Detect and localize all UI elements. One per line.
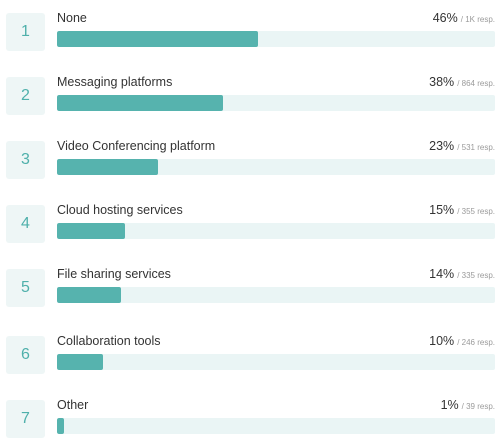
result-stat: 14%/ 335 resp. [429, 266, 495, 284]
result-item: 4 Cloud hosting services 15%/ 355 resp. [0, 201, 497, 245]
progress-track [57, 418, 495, 434]
response-count: / 531 resp. [457, 143, 495, 152]
rank-badge: 4 [6, 205, 45, 243]
rank-badge: 3 [6, 141, 45, 179]
result-stat: 1%/ 39 resp. [441, 397, 495, 415]
progress-fill [57, 95, 224, 111]
progress-track [57, 354, 495, 370]
progress-fill [57, 354, 103, 370]
response-count: / 1K resp. [460, 15, 495, 24]
progress-fill [57, 287, 121, 303]
result-item: 5 File sharing services 14%/ 335 resp. [0, 265, 497, 309]
rank-badge: 2 [6, 77, 45, 115]
result-stat: 15%/ 355 resp. [429, 202, 495, 220]
percent-value: 1% [440, 398, 459, 412]
result-stat: 10%/ 246 resp. [429, 333, 495, 351]
response-count: / 335 resp. [457, 271, 495, 280]
response-count: / 246 resp. [457, 338, 495, 347]
response-count: / 39 resp. [461, 402, 495, 411]
progress-track [57, 95, 495, 111]
option-label: Video Conferencing platform [57, 139, 216, 153]
rank-badge: 7 [6, 400, 45, 438]
progress-fill [57, 418, 64, 434]
result-item: 7 Other 1%/ 39 resp. [0, 396, 497, 440]
percent-value: 23% [429, 139, 455, 153]
result-item: 2 Messaging platforms 38%/ 864 resp. [0, 73, 497, 117]
progress-track [57, 31, 495, 47]
progress-fill [57, 31, 259, 47]
progress-track [57, 287, 495, 303]
result-stat: 23%/ 531 resp. [429, 138, 495, 156]
progress-track [57, 159, 495, 175]
option-label: Cloud hosting services [57, 203, 183, 217]
progress-fill [57, 223, 125, 239]
option-label: None [57, 11, 87, 25]
option-label: Collaboration tools [57, 334, 161, 348]
response-count: / 864 resp. [457, 79, 495, 88]
result-item: 3 Video Conferencing platform 23%/ 531 r… [0, 137, 497, 181]
progress-track [57, 223, 495, 239]
rank-badge: 6 [6, 336, 45, 374]
result-stat: 46%/ 1K resp. [433, 10, 495, 28]
option-label: File sharing services [57, 267, 171, 281]
option-label: Other [57, 398, 89, 412]
option-label: Messaging platforms [57, 75, 173, 89]
percent-value: 38% [429, 75, 455, 89]
percent-value: 10% [429, 334, 455, 348]
rank-badge: 5 [6, 269, 45, 307]
progress-fill [57, 159, 158, 175]
percent-value: 14% [429, 267, 455, 281]
response-count: / 355 resp. [457, 207, 495, 216]
percent-value: 15% [429, 203, 455, 217]
result-item: 6 Collaboration tools 10%/ 246 resp. [0, 332, 497, 376]
result-stat: 38%/ 864 resp. [429, 74, 495, 92]
rank-badge: 1 [6, 13, 45, 51]
result-item: 1 None 46%/ 1K resp. [0, 9, 497, 53]
percent-value: 46% [432, 11, 458, 25]
